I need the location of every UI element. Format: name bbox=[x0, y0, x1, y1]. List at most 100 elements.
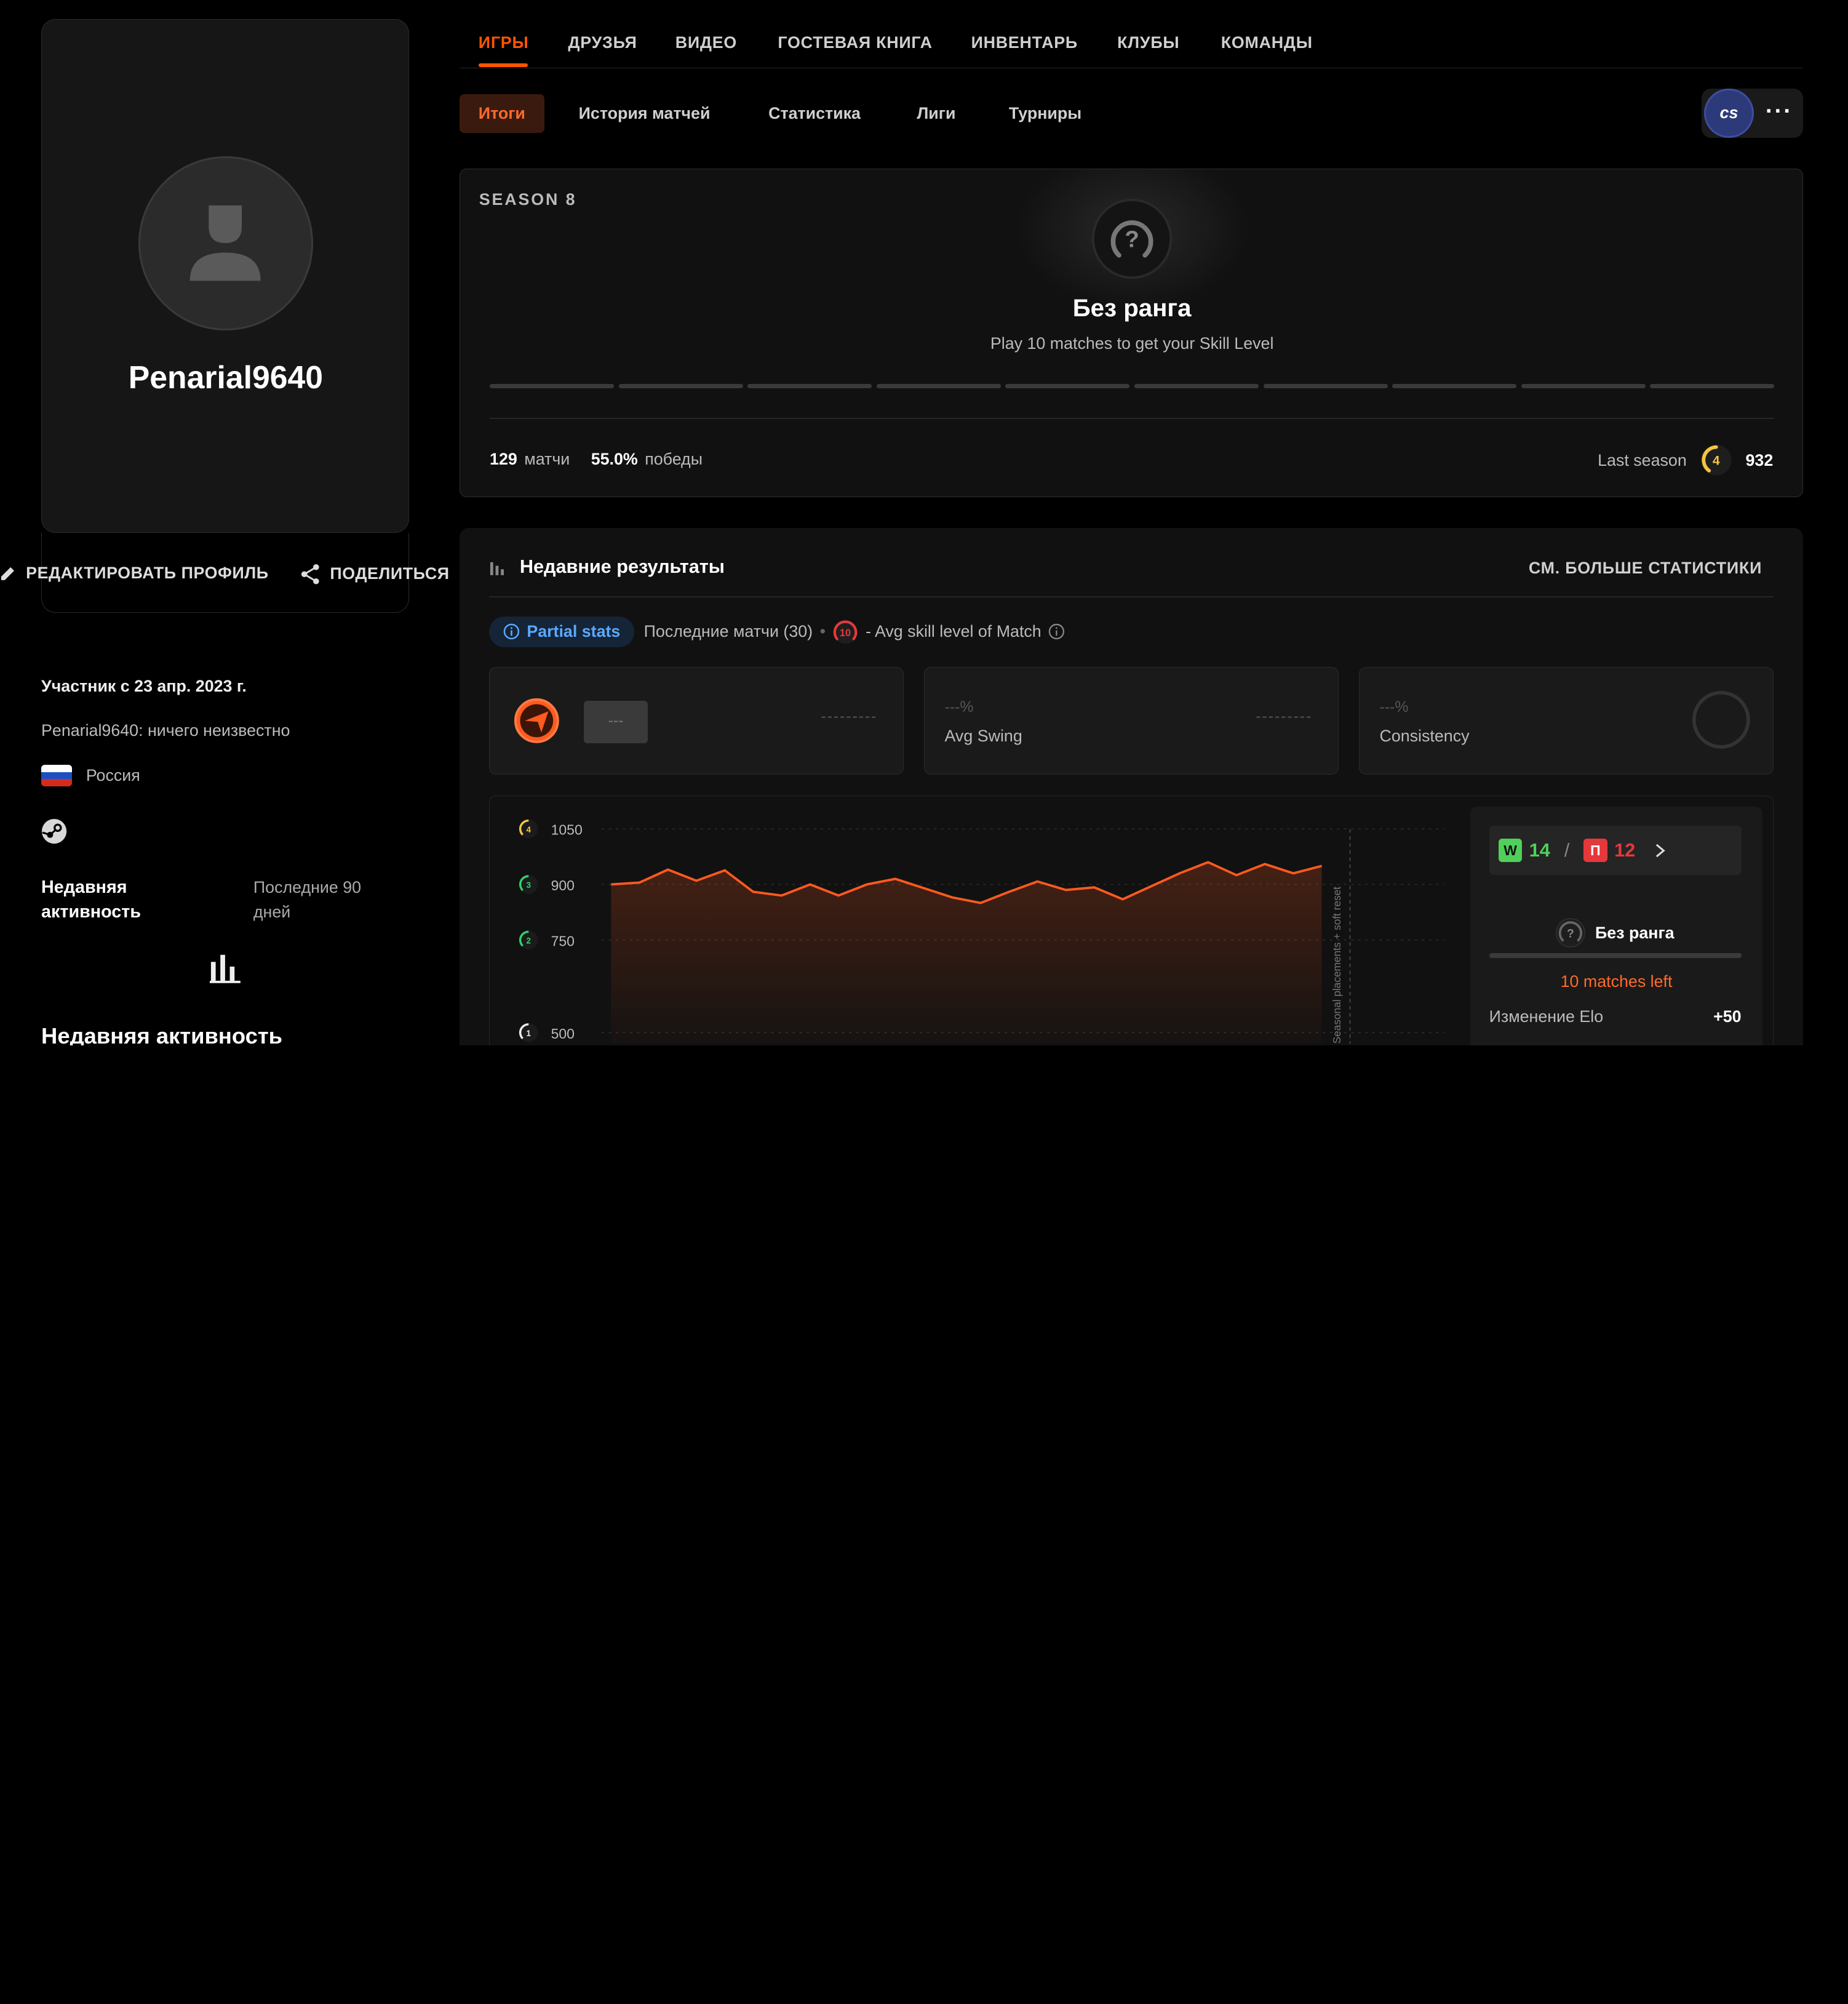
unranked-badge-icon: ? bbox=[1092, 198, 1173, 279]
consistency-ring-icon bbox=[1692, 690, 1750, 749]
skill-level-3-icon: 3 bbox=[519, 875, 538, 894]
tab-video[interactable]: ВИДЕО bbox=[675, 33, 737, 52]
last-season: Last season 4 932 bbox=[1598, 442, 1773, 477]
tab-games[interactable]: ИГРЫ bbox=[479, 33, 529, 52]
edit-profile-label: РЕДАКТИРОВАТЬ ПРОФИЛЬ bbox=[26, 563, 269, 582]
loss-tag: П bbox=[1583, 839, 1607, 863]
rank-hint: Play 10 matches to get your Skill Level bbox=[990, 334, 1274, 353]
placement-progress-bar bbox=[1489, 952, 1742, 958]
svg-text:?: ? bbox=[1567, 928, 1574, 941]
partial-stats-label: Partial stats bbox=[527, 622, 621, 641]
steam-icon bbox=[42, 818, 67, 844]
matches-label: матчи bbox=[524, 449, 570, 468]
divider bbox=[489, 596, 1774, 598]
avg-skill-label: - Avg skill level of Match bbox=[866, 622, 1041, 641]
avg-swing-label: Avg Swing bbox=[944, 727, 1022, 746]
filter-row: Partial stats Последние матчи (30) • 10 … bbox=[489, 616, 1065, 647]
unranked-badge-icon: ? bbox=[1555, 918, 1585, 948]
losses-count: 12 bbox=[1614, 839, 1636, 861]
member-since: Участник с 23 апр. 2023 г. bbox=[41, 676, 247, 695]
last-matches-label: Последние матчи (30) bbox=[643, 622, 813, 641]
info-icon[interactable] bbox=[1048, 623, 1065, 640]
avatar bbox=[138, 156, 313, 331]
wins-count: 14 bbox=[1529, 839, 1550, 861]
rank-name: Без ранга bbox=[1072, 294, 1192, 322]
elo-change-value: +50 bbox=[1713, 1007, 1742, 1026]
page: Penarial9640 РЕДАКТИРОВАТЬ ПРОФИЛЬ ПОДЕЛ… bbox=[0, 0, 1848, 1046]
svg-text:1: 1 bbox=[527, 1029, 532, 1038]
cs2-logo-icon[interactable]: cs bbox=[1704, 88, 1754, 138]
share-button[interactable]: ПОДЕЛИТЬСЯ bbox=[300, 564, 450, 585]
stat-box-consistency: ---% Consistency bbox=[1358, 667, 1774, 775]
tab-inventory[interactable]: ИНВЕНТАРЬ bbox=[971, 33, 1078, 52]
last-season-elo: 932 bbox=[1745, 450, 1774, 469]
active-tab-indicator bbox=[478, 63, 528, 68]
stat-placeholder: --- bbox=[584, 700, 648, 743]
elo-chart: 4 1050 3 900 2 750 1 500 Seasonal placements + s… bbox=[519, 819, 1444, 1044]
bar-chart-icon bbox=[490, 562, 504, 576]
y-tick-label: 1050 bbox=[551, 822, 583, 838]
see-more-stats-button[interactable]: СМ. БОЛЬШЕ СТАТИСТИКИ bbox=[1529, 559, 1762, 578]
stat-box-avg-swing: ---% Avg Swing --------- bbox=[923, 667, 1339, 775]
tab-friends[interactable]: ДРУЗЬЯ bbox=[568, 33, 637, 52]
win-rate: 55.0% bbox=[591, 449, 638, 468]
faceit-logo-icon bbox=[514, 698, 560, 743]
tab-guestbook[interactable]: ГОСТЕВАЯ КНИГА bbox=[778, 33, 932, 52]
subtab-tournaments[interactable]: Турниры bbox=[1009, 94, 1081, 133]
partial-stats-pill[interactable]: Partial stats bbox=[489, 616, 635, 647]
recent-results-title: Недавние результаты bbox=[519, 556, 725, 578]
country-name: Россия bbox=[86, 766, 140, 785]
share-label: ПОДЕЛИТЬСЯ bbox=[330, 564, 450, 583]
activity-period: Последние 90 дней bbox=[253, 877, 362, 921]
elo-change-label: Изменение Elo bbox=[1489, 1007, 1604, 1026]
subtab-summary[interactable]: Итоги bbox=[460, 94, 544, 134]
recent-activity-heading: Недавняя активность bbox=[41, 1023, 283, 1046]
matches-count: 129 bbox=[490, 449, 517, 468]
season-stats: 129 матчи 55.0% победы bbox=[490, 450, 703, 469]
pencil-icon bbox=[1, 567, 14, 580]
svg-text:4: 4 bbox=[527, 825, 532, 834]
win-loss-summary[interactable]: W 14 / П 12 bbox=[1489, 826, 1742, 876]
tab-teams[interactable]: КОМАНДЫ bbox=[1221, 33, 1313, 52]
svg-text:3: 3 bbox=[527, 880, 531, 890]
subtab-leagues[interactable]: Лиги bbox=[917, 94, 955, 133]
profile-card: Penarial9640 bbox=[41, 18, 409, 533]
bar-chart-icon bbox=[210, 954, 241, 983]
skill-level-10-icon: 10 bbox=[834, 620, 858, 644]
placement-progress bbox=[490, 383, 1775, 389]
consistency-value: ---% bbox=[1379, 698, 1409, 716]
panel-rank-name: Без ранга bbox=[1595, 923, 1675, 942]
elo-chart-card: 4 1050 3 900 2 750 1 500 Seasonal placements + s… bbox=[489, 796, 1774, 1046]
stat-box-main: --- --------- bbox=[489, 667, 904, 775]
recent-results-card: Недавние результаты СМ. БОЛЬШЕ СТАТИСТИК… bbox=[460, 528, 1804, 1046]
svg-text:10: 10 bbox=[840, 628, 851, 639]
season-card: SEASON 8 ? Без ранга Play 10 matches to … bbox=[460, 168, 1804, 498]
last-season-label: Last season bbox=[1598, 450, 1687, 469]
svg-text:4: 4 bbox=[1713, 454, 1720, 468]
avg-swing-value: ---% bbox=[944, 698, 974, 716]
russia-flag-icon bbox=[41, 765, 72, 786]
elo-area bbox=[611, 862, 1322, 1044]
divider bbox=[490, 418, 1775, 420]
more-options-button[interactable]: ··· bbox=[1766, 98, 1793, 125]
recent-activity-title: Недавняя активность bbox=[41, 877, 141, 922]
edit-profile-button[interactable]: РЕДАКТИРОВАТЬ ПРОФИЛЬ bbox=[0, 564, 269, 583]
share-icon bbox=[301, 564, 319, 585]
consistency-label: Consistency bbox=[1379, 727, 1470, 746]
wins-label: победы bbox=[645, 449, 703, 468]
win-loss-panel: W 14 / П 12 ? Без ранга 10 matches left … bbox=[1470, 807, 1763, 1046]
game-switcher[interactable]: cs ··· bbox=[1702, 88, 1804, 138]
about-text: Penarial9640: ничего неизвестно bbox=[41, 721, 290, 740]
country: Россия bbox=[41, 765, 140, 786]
tab-clubs[interactable]: КЛУБЫ bbox=[1117, 33, 1179, 52]
recent-results-header: Недавние результаты bbox=[489, 556, 725, 578]
y-tick-label: 900 bbox=[551, 877, 575, 893]
svg-text:?: ? bbox=[1125, 226, 1139, 252]
svg-text:2: 2 bbox=[527, 936, 531, 946]
skill-level-4-icon: 4 bbox=[519, 819, 538, 839]
skill-level-1-icon: 1 bbox=[519, 1023, 538, 1042]
subtab-match-history[interactable]: История матчей bbox=[579, 94, 711, 133]
steam-link[interactable] bbox=[41, 818, 67, 848]
season-reset-annotation: Seasonal placements + soft reset bbox=[1331, 887, 1343, 1044]
subtab-statistics[interactable]: Статистика bbox=[768, 94, 861, 133]
